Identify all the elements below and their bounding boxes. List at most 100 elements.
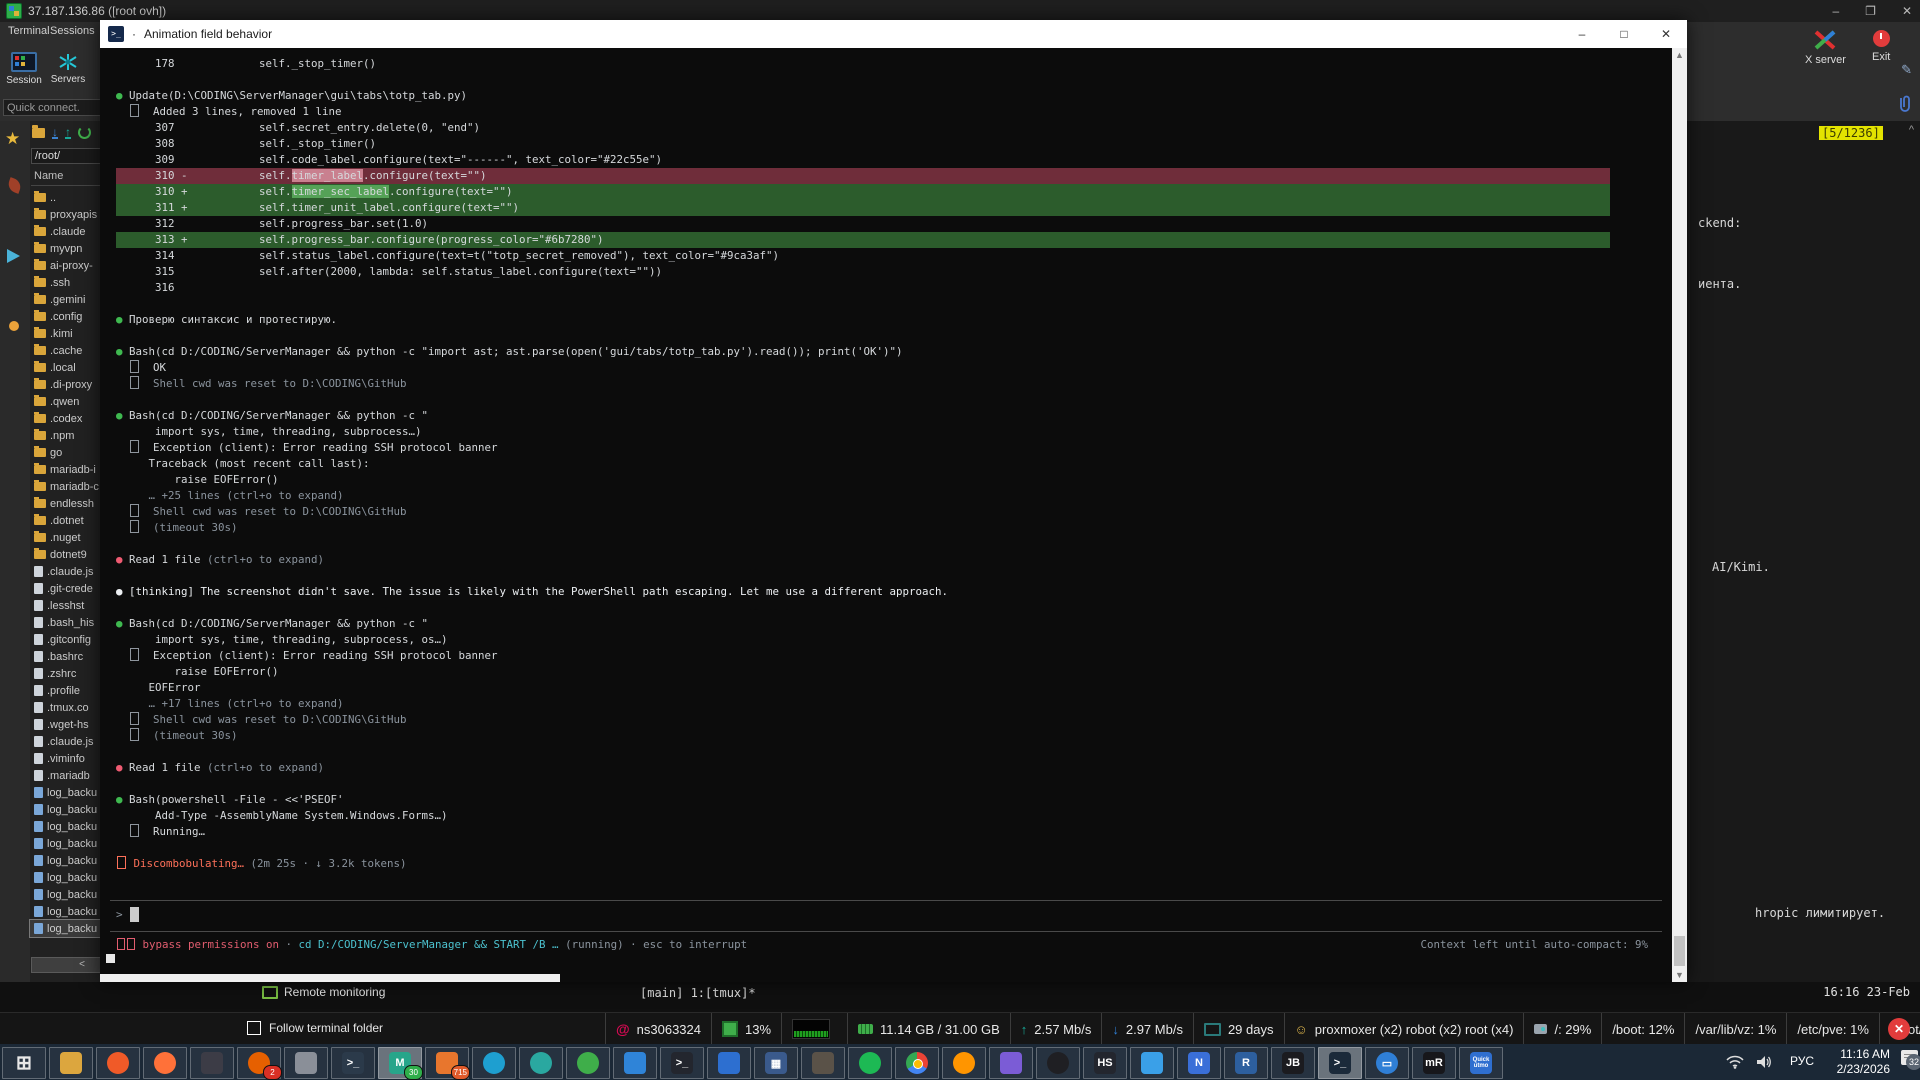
checkbox-icon[interactable] (247, 1021, 261, 1035)
taskbar-icon-powershell[interactable]: >_ (1318, 1047, 1362, 1079)
file-name: .di-proxy (50, 379, 92, 391)
send-icon[interactable] (7, 249, 20, 263)
taskbar-icon-mobaxterm[interactable]: M30 (378, 1047, 422, 1079)
terminal-line: raise EOFError() (116, 664, 1672, 680)
upload-icon[interactable]: ↑ (65, 127, 71, 139)
terminal-line: Exception (client): Error reading SSH pr… (116, 648, 1672, 664)
taskbar-icon-spotify[interactable] (848, 1047, 892, 1079)
cursor-artifact (106, 954, 115, 963)
favorites-star-icon[interactable]: ★ (5, 129, 20, 149)
taskbar-icon-gray-app[interactable] (284, 1047, 328, 1079)
pencil-icon[interactable]: ✎ (1901, 62, 1912, 78)
terminal-line: ● Bash(cd D:/CODING/ServerManager && pyt… (116, 408, 1672, 424)
scrollbar-thumb[interactable] (1674, 936, 1685, 966)
terminal-line: ● Read 1 file (ctrl+o to expand) (116, 760, 1672, 776)
taskbar-icon-orange-app[interactable]: 715 (425, 1047, 469, 1079)
terminal-line: Shell cwd was reset to D:\CODING\GitHub (116, 504, 1672, 520)
terminal-minimize-button[interactable]: – (1561, 20, 1603, 48)
taskbar-icon-firefox[interactable] (143, 1047, 187, 1079)
folder-icon (34, 550, 46, 559)
terminal-line: 178 self._stop_timer() (116, 56, 1672, 72)
taskbar-icon-green-app[interactable] (566, 1047, 610, 1079)
terminal-line: ● Bash(cd D:/CODING/ServerManager && pyt… (116, 616, 1672, 632)
file-name: .ssh (50, 277, 70, 289)
exit-button[interactable]: Exit (1872, 30, 1890, 63)
taskbar-icon-file-explorer[interactable] (49, 1047, 93, 1079)
taskbar-icon-windows-terminal[interactable]: >_ (660, 1047, 704, 1079)
language-indicator[interactable]: РУС (1790, 1054, 1814, 1068)
taskbar-icon-edge[interactable] (472, 1047, 516, 1079)
servers-button[interactable]: Servers (47, 42, 89, 96)
taskbar-icon-purple-app[interactable] (989, 1047, 1033, 1079)
taskbar-icon-mremoteng[interactable]: mR (1412, 1047, 1456, 1079)
taskbar-icon-brave[interactable] (96, 1047, 140, 1079)
taskbar-icon-chrome[interactable] (895, 1047, 939, 1079)
moba-minimize-button[interactable]: – (1832, 4, 1839, 18)
terminal-titlebar[interactable]: >_ · Animation field behavior – □ ✕ (100, 20, 1687, 48)
taskbar-icon-vscode[interactable] (613, 1047, 657, 1079)
taskbar-icon-obs[interactable] (1036, 1047, 1080, 1079)
blue-app-icon (718, 1052, 740, 1074)
taskbar-icon-teal-app[interactable] (519, 1047, 563, 1079)
statusbar-value: 2.97 Mb/s (1126, 1022, 1183, 1037)
moba-close-button[interactable]: ✕ (1902, 4, 1912, 18)
terminal-line: Shell cwd was reset to D:\CODING\GitHub (116, 376, 1672, 392)
terminal-close-button[interactable]: ✕ (1645, 20, 1687, 48)
terminal-maximize-button[interactable]: □ (1603, 20, 1645, 48)
scroll-down-arrow-icon[interactable]: ▼ (1672, 970, 1687, 980)
file-name: .qwen (50, 396, 79, 408)
taskbar-icon-start[interactable]: ⊞ (2, 1047, 46, 1079)
prompt-line[interactable]: > (100, 901, 1672, 927)
scroll-up-icon[interactable]: ^ (1909, 124, 1914, 136)
taskbar-icon-task-manager[interactable]: ▦ (754, 1047, 798, 1079)
file-name: log_backu (47, 838, 97, 850)
taskbar-icon-firefox-2[interactable] (942, 1047, 986, 1079)
notepad-plus-icon: N (1188, 1052, 1210, 1074)
folder-icon (34, 448, 46, 457)
follow-terminal-folder[interactable]: Follow terminal folder (247, 1021, 383, 1035)
notification-dot-icon[interactable] (9, 321, 19, 331)
taskbar-icon-notepad-plus[interactable]: N (1177, 1047, 1221, 1079)
file-name: log_backu (47, 821, 97, 833)
moba-maximize-button[interactable]: ❐ (1865, 4, 1876, 18)
taskbar-icon-gimp[interactable] (801, 1047, 845, 1079)
taskbar-icon-hs-app[interactable]: HS (1083, 1047, 1127, 1079)
taskbar-icon-quick-utmo[interactable]: Quick utmo (1459, 1047, 1503, 1079)
path-input[interactable] (31, 148, 101, 164)
taskbar-icon-remote-monitor[interactable]: ▭ (1365, 1047, 1409, 1079)
vertical-scrollbar[interactable]: ▲ ▼ (1672, 48, 1687, 982)
refresh-icon[interactable] (78, 126, 91, 139)
remote-monitoring-button[interactable]: Remote monitoring (262, 985, 385, 999)
scroll-up-arrow-icon[interactable]: ▲ (1672, 50, 1687, 60)
menu-sessions[interactable]: Sessions (50, 25, 95, 37)
horizontal-scrollbar[interactable] (100, 974, 560, 982)
x-server-icon (1812, 30, 1838, 50)
speaker-icon[interactable] (1756, 1055, 1772, 1069)
bottom-band: Remote monitoring [main] 1:[tmux]* 16:16… (0, 982, 1920, 1012)
title-dot: · (132, 27, 136, 41)
file-name: .cache (50, 345, 82, 357)
menu-terminal[interactable]: Terminal (8, 25, 50, 37)
gimp-icon (812, 1052, 834, 1074)
terminal-line: Discombobulating… (2m 25s · ↓ 3.2k token… (116, 856, 1672, 872)
wifi-icon[interactable] (1726, 1055, 1744, 1069)
mobaxterm-window-title: 37.187.136.86 ([root ovh]) (28, 4, 166, 18)
taskbar-icon-dark-app[interactable] (190, 1047, 234, 1079)
taskbar-icon-terminal-app[interactable]: >_ (331, 1047, 375, 1079)
taskbar-icon-remote-r-app[interactable]: R (1224, 1047, 1268, 1079)
clock[interactable]: 11:16 AM 2/23/2026 (1818, 1047, 1890, 1077)
taskbar-icon-firefox-developer[interactable]: 2 (237, 1047, 281, 1079)
taskbar-icon-jetbrains[interactable]: JB (1271, 1047, 1315, 1079)
x-server-button[interactable]: X server (1805, 30, 1846, 66)
taskbar-icon-photos[interactable] (1130, 1047, 1174, 1079)
mremoteng-icon: mR (1423, 1052, 1445, 1074)
download-icon[interactable]: ↓ (52, 127, 58, 139)
statusbar-close-button[interactable]: ✕ (1888, 1018, 1910, 1040)
quick-connect-input[interactable] (3, 99, 103, 116)
paperclip-icon[interactable] (1896, 94, 1914, 114)
notification-icon[interactable]: 32 (1901, 1050, 1918, 1065)
macros-icon[interactable] (6, 177, 23, 194)
session-button[interactable]: Session (3, 42, 45, 96)
parent-folder-icon[interactable] (32, 128, 45, 138)
taskbar-icon-blue-app[interactable] (707, 1047, 751, 1079)
